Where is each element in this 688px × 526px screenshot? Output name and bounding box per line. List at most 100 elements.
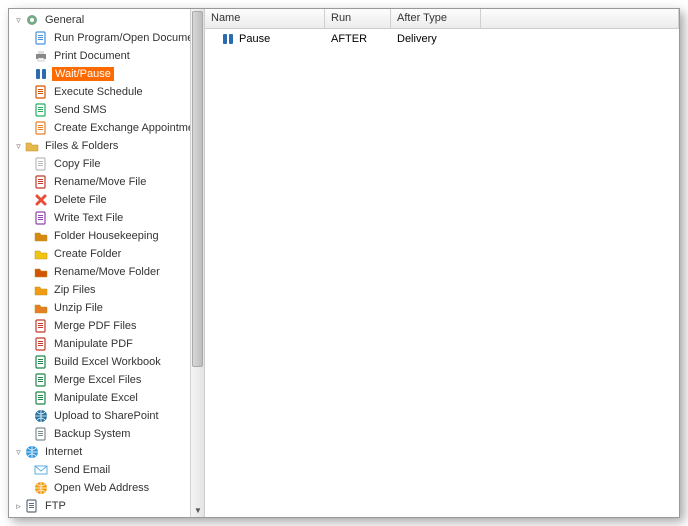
tree-item-label: Upload to SharePoint xyxy=(52,409,161,423)
schedule-icon xyxy=(33,84,49,100)
tree-group-label: FTP xyxy=(43,499,68,513)
move-icon xyxy=(33,174,49,190)
tree-group-label: Files & Folders xyxy=(43,139,120,153)
excelbuild-icon xyxy=(33,354,49,370)
tree-item-send-email[interactable]: Send Email xyxy=(9,461,204,479)
sms-icon xyxy=(33,102,49,118)
unzip-icon xyxy=(33,300,49,316)
pdf-icon xyxy=(33,336,49,352)
tree-item-label: Folder Housekeeping xyxy=(52,229,161,243)
tree-item-manipulate-pdf[interactable]: Manipulate PDF xyxy=(9,335,204,353)
col-header-name[interactable]: Name xyxy=(205,9,325,28)
tree-item-label: Rename/Move Folder xyxy=(52,265,162,279)
tree-item-run-program-open-document[interactable]: Run Program/Open Document xyxy=(9,29,204,47)
tree-item-label: Send Email xyxy=(52,463,112,477)
tree-item-label: Build Excel Workbook xyxy=(52,355,163,369)
sharepoint-icon xyxy=(33,408,49,424)
backup-icon xyxy=(33,426,49,442)
tree-item-label: Wait/Pause xyxy=(52,67,114,81)
list-body: PauseAFTERDelivery xyxy=(205,29,679,517)
tree-item-create-folder[interactable]: Create Folder xyxy=(9,245,204,263)
tree-item-print-document[interactable]: Print Document xyxy=(9,47,204,65)
tree-group-database[interactable]: ▿Database xyxy=(9,515,204,517)
exchange-icon xyxy=(33,120,49,136)
tree-group-files-folders[interactable]: ▿ Files & Folders xyxy=(9,137,204,155)
globe-icon xyxy=(24,444,40,460)
tree-item-zip-files[interactable]: Zip Files xyxy=(9,281,204,299)
col-header-after[interactable]: After Type xyxy=(391,9,481,28)
tree-item-folder-housekeeping[interactable]: Folder Housekeeping xyxy=(9,227,204,245)
tree-group-general[interactable]: ▿ General xyxy=(9,11,204,29)
tree-item-execute-schedule[interactable]: Execute Schedule xyxy=(9,83,204,101)
cell-name-text: Pause xyxy=(239,33,270,45)
expand-toggle-icon[interactable]: ▿ xyxy=(13,15,24,26)
mergepdf-icon xyxy=(33,318,49,334)
pause-icon xyxy=(33,66,49,82)
tree-item-send-sms[interactable]: Send SMS xyxy=(9,101,204,119)
tree-item-label: Write Text File xyxy=(52,211,125,225)
printer-icon xyxy=(33,48,49,64)
tree-item-label: Merge Excel Files xyxy=(52,373,143,387)
tree-item-create-exchange-appointment[interactable]: Create Exchange Appointment xyxy=(9,119,204,137)
tree-item-label: Manipulate Excel xyxy=(52,391,140,405)
tree-item-upload-to-sharepoint[interactable]: Upload to SharePoint xyxy=(9,407,204,425)
col-header-run[interactable]: Run xyxy=(325,9,391,28)
tree-panel: ▿ General Run Program/Open Document Print D… xyxy=(9,9,205,517)
tree-item-merge-excel-files[interactable]: Merge Excel Files xyxy=(9,371,204,389)
tree-item-label: Backup System xyxy=(52,427,132,441)
app-window: ▿ General Run Program/Open Document Print D… xyxy=(8,8,680,518)
tree-group-ftp[interactable]: ▹ FTP xyxy=(9,497,204,515)
tree-item-label: Merge PDF Files xyxy=(52,319,139,333)
write-icon xyxy=(33,210,49,226)
tree-item-label: Zip Files xyxy=(52,283,98,297)
tree-item-unzip-file[interactable]: Unzip File xyxy=(9,299,204,317)
col-header-rest xyxy=(481,9,679,28)
tree-group-internet[interactable]: ▿ Internet xyxy=(9,443,204,461)
scroll-down-icon[interactable]: ▼ xyxy=(191,503,205,517)
tree-group-label: Internet xyxy=(43,445,84,459)
tree-item-merge-pdf-files[interactable]: Merge PDF Files xyxy=(9,317,204,335)
ftp-icon xyxy=(24,498,40,514)
tree-item-write-text-file[interactable]: Write Text File xyxy=(9,209,204,227)
tree-item-label: Print Document xyxy=(52,49,132,63)
tree-item-manipulate-excel[interactable]: Manipulate Excel xyxy=(9,389,204,407)
tree-item-label: Create Folder xyxy=(52,247,123,261)
tree-scrollbar[interactable]: ▲ ▼ xyxy=(190,9,204,517)
tree-item-copy-file[interactable]: Copy File xyxy=(9,155,204,173)
tree-item-label: Unzip File xyxy=(52,301,105,315)
tree-item-rename-move-file[interactable]: Rename/Move File xyxy=(9,173,204,191)
list-panel: Name Run After Type PauseAFTERDelivery xyxy=(205,9,679,517)
tree-item-label: Delete File xyxy=(52,193,109,207)
tree-item-label: Rename/Move File xyxy=(52,175,148,189)
email-icon xyxy=(33,462,49,478)
excel-icon xyxy=(33,390,49,406)
folder-icon xyxy=(24,138,40,154)
database-icon xyxy=(24,516,40,517)
expand-toggle-icon[interactable]: ▹ xyxy=(13,501,24,512)
movefolder-icon xyxy=(33,264,49,280)
tree-item-backup-system[interactable]: Backup System xyxy=(9,425,204,443)
list-row[interactable]: PauseAFTERDelivery xyxy=(205,29,679,49)
expand-toggle-icon[interactable]: ▿ xyxy=(13,447,24,458)
tree-item-wait-pause[interactable]: Wait/Pause xyxy=(9,65,204,83)
scroll-thumb[interactable] xyxy=(192,11,203,367)
tree: ▿ General Run Program/Open Document Print D… xyxy=(9,9,204,517)
tree-item-label: Manipulate PDF xyxy=(52,337,135,351)
tree-item-label: Copy File xyxy=(52,157,102,171)
tree-item-rename-move-folder[interactable]: Rename/Move Folder xyxy=(9,263,204,281)
newfolder-icon xyxy=(33,246,49,262)
cell-name: Pause xyxy=(205,29,325,49)
tree-item-delete-file[interactable]: Delete File xyxy=(9,191,204,209)
tree-item-build-excel-workbook[interactable]: Build Excel Workbook xyxy=(9,353,204,371)
housekeep-icon xyxy=(33,228,49,244)
tree-item-open-web-address[interactable]: Open Web Address xyxy=(9,479,204,497)
tree-group-label: General xyxy=(43,13,86,27)
tree-item-label: Create Exchange Appointment xyxy=(52,121,205,135)
delete-icon xyxy=(33,192,49,208)
expand-toggle-icon[interactable]: ▿ xyxy=(13,141,24,152)
tree-item-label: Send SMS xyxy=(52,103,109,117)
web-icon xyxy=(33,480,49,496)
tree-item-label: Run Program/Open Document xyxy=(52,31,205,45)
zip-icon xyxy=(33,282,49,298)
cell-after: Delivery xyxy=(391,30,481,48)
